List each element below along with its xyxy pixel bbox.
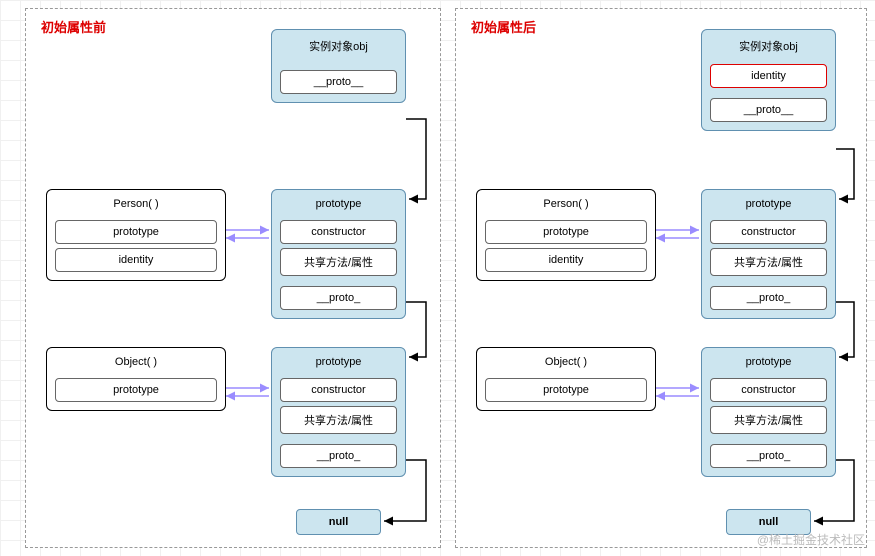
person-prototype-slot: prototype (55, 220, 217, 244)
proto2-constructor-slot: constructor (710, 378, 827, 402)
person-header: Person( ) (477, 196, 655, 216)
proto2-box: prototype constructor 共享方法/属性 __proto_ (271, 347, 406, 477)
obj-header: 实例对象obj (702, 36, 835, 60)
proto1-header: prototype (702, 196, 835, 216)
proto2-shared-slot: 共享方法/属性 (280, 406, 397, 434)
obj-box: 实例对象obj __proto__ (271, 29, 406, 103)
person-prototype-slot: prototype (485, 220, 647, 244)
proto2-proto-slot: __proto_ (280, 444, 397, 468)
panel-after: 初始属性后 实例对象obj identity __proto__ Person(… (455, 8, 867, 548)
object-box: Object( ) prototype (476, 347, 656, 411)
panel-title: 初始属性后 (471, 17, 536, 36)
proto2-header: prototype (272, 354, 405, 374)
proto2-constructor-slot: constructor (280, 378, 397, 402)
object-prototype-slot: prototype (55, 378, 217, 402)
proto1-shared-slot: 共享方法/属性 (280, 248, 397, 276)
person-header: Person( ) (47, 196, 225, 216)
person-box: Person( ) prototype identity (46, 189, 226, 281)
null-box: null (296, 509, 381, 535)
obj-header: 实例对象obj (272, 36, 405, 60)
proto2-shared-slot: 共享方法/属性 (710, 406, 827, 434)
person-identity-slot: identity (55, 248, 217, 272)
proto1-constructor-slot: constructor (710, 220, 827, 244)
proto2-box: prototype constructor 共享方法/属性 __proto_ (701, 347, 836, 477)
proto1-proto-slot: __proto_ (710, 286, 827, 310)
object-header: Object( ) (47, 354, 225, 374)
obj-box: 实例对象obj identity __proto__ (701, 29, 836, 131)
panel-title: 初始属性前 (41, 17, 106, 36)
proto1-header: prototype (272, 196, 405, 216)
proto2-proto-slot: __proto_ (710, 444, 827, 468)
object-prototype-slot: prototype (485, 378, 647, 402)
person-identity-slot: identity (485, 248, 647, 272)
obj-proto-slot: __proto__ (280, 70, 397, 94)
proto1-box: prototype constructor 共享方法/属性 __proto_ (271, 189, 406, 319)
object-box: Object( ) prototype (46, 347, 226, 411)
proto2-header: prototype (702, 354, 835, 374)
proto1-constructor-slot: constructor (280, 220, 397, 244)
proto1-shared-slot: 共享方法/属性 (710, 248, 827, 276)
proto1-proto-slot: __proto_ (280, 286, 397, 310)
person-box: Person( ) prototype identity (476, 189, 656, 281)
panel-before: 初始属性前 实例对象obj __proto__ Person( ) protot… (25, 8, 441, 548)
obj-identity-slot: identity (710, 64, 827, 88)
object-header: Object( ) (477, 354, 655, 374)
proto1-box: prototype constructor 共享方法/属性 __proto_ (701, 189, 836, 319)
watermark: @稀土掘金技术社区 (757, 531, 865, 548)
obj-proto-slot: __proto__ (710, 98, 827, 122)
